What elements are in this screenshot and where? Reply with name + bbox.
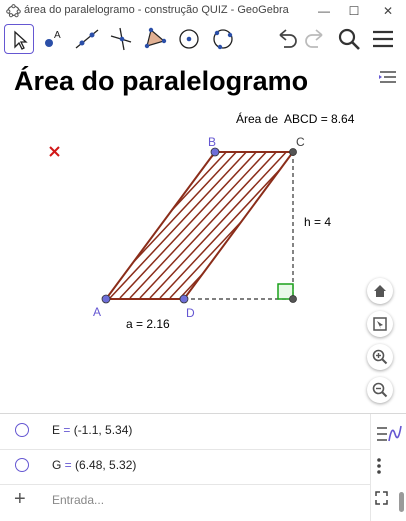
add-icon[interactable]: + (14, 488, 26, 511)
line-tool-button[interactable] (72, 24, 102, 54)
base-label: a = 2.16 (126, 317, 170, 331)
more-options-icon[interactable] (371, 452, 406, 482)
algebra-input[interactable]: Entrada... (52, 493, 104, 507)
polygon-icon (144, 27, 167, 49)
geogebra-logo-icon (6, 4, 21, 18)
zoom-in-icon (372, 349, 388, 365)
point-d[interactable] (179, 294, 189, 304)
search-icon (338, 28, 360, 50)
algebra-row-g[interactable]: G = (6.48, 5.32) (0, 449, 370, 485)
parallelogram-hatching (106, 152, 293, 299)
point-label-a: A (93, 305, 101, 319)
search-button[interactable] (334, 24, 364, 54)
window-titlebar: área do paralelogramo - construção QUIZ … (0, 0, 406, 23)
zoom-fit-icon (373, 317, 387, 331)
point-x-marker[interactable] (49, 146, 60, 157)
circle-center-tool-button[interactable] (174, 24, 204, 54)
home-icon (374, 285, 386, 297)
perpendicular-tool-button[interactable] (106, 24, 136, 54)
point-label-d: D (186, 306, 195, 320)
graphics-view[interactable]: Área do paralelogramo A B C D Área de AB… (0, 58, 406, 413)
style-bar-icon (379, 71, 396, 83)
redo-icon (305, 29, 323, 48)
move-tool-button[interactable] (4, 24, 34, 54)
algebra-view-toggle-icon[interactable] (371, 416, 406, 452)
algebra-side-strip (370, 414, 406, 521)
visibility-toggle-circle[interactable] (15, 458, 29, 472)
undo-icon (279, 29, 297, 48)
point-a[interactable] (101, 294, 111, 304)
close-button[interactable]: ✕ (374, 2, 402, 20)
scrollbar-thumb[interactable] (399, 492, 404, 512)
height-label: h = 4 (304, 215, 331, 229)
algebra-expression[interactable]: G = (6.48, 5.32) (52, 458, 136, 472)
line-icon (75, 29, 99, 49)
redo-button[interactable] (300, 24, 330, 54)
zoom-out-icon (372, 382, 388, 398)
minimize-button[interactable]: — (310, 2, 338, 20)
point-c[interactable] (289, 148, 297, 156)
zoom-out-button[interactable] (367, 377, 393, 403)
maximize-button[interactable]: ☐ (340, 2, 368, 20)
window-title: área do paralelogramo - construção QUIZ … (24, 4, 289, 16)
area-label: Área de ABCD = 8.64 (236, 111, 355, 126)
point-label-c: C (296, 135, 305, 149)
point-tool-button[interactable]: A (38, 24, 68, 54)
algebra-input-row[interactable]: + Entrada... (0, 484, 370, 519)
zoom-to-fit-button[interactable] (367, 311, 393, 337)
point-b[interactable] (210, 147, 220, 157)
undo-button[interactable] (272, 24, 302, 54)
circle-center-icon (179, 29, 199, 49)
svg-text:A: A (54, 30, 61, 41)
point-foot[interactable] (289, 295, 297, 303)
circle-three-points-tool-button[interactable] (208, 24, 238, 54)
algebra-expression[interactable]: E = (-1.1, 5.34) (52, 423, 132, 437)
algebra-view: E = (-1.1, 5.34) G = (6.48, 5.32) + Entr… (0, 413, 406, 521)
point-label-b: B (208, 135, 216, 149)
geometry-canvas[interactable]: A B C D Área de ABCD = 8.64 h = 4 a = 2.… (0, 58, 406, 413)
polygon-tool-button[interactable] (140, 24, 170, 54)
circle-three-points-icon (213, 29, 233, 50)
hamburger-menu-icon (373, 30, 393, 48)
visibility-toggle-circle[interactable] (15, 423, 29, 437)
point-icon: A (45, 30, 61, 47)
arrow-cursor-icon (14, 30, 28, 50)
zoom-in-button[interactable] (367, 344, 393, 370)
style-bar-toggle-button[interactable] (375, 64, 401, 90)
home-view-button[interactable] (367, 278, 393, 304)
toolbar: A (0, 22, 406, 78)
perpendicular-line-icon (110, 27, 132, 51)
menu-button[interactable] (368, 24, 398, 54)
algebra-row-e[interactable]: E = (-1.1, 5.34) (0, 414, 370, 450)
